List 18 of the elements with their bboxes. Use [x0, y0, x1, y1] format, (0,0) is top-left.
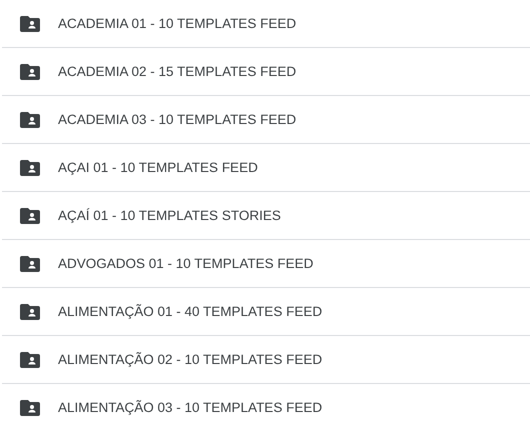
shared-folder-icon	[20, 400, 40, 416]
folder-name[interactable]: AÇAI 01 - 10 TEMPLATES FEED	[58, 160, 258, 175]
shared-folder-icon	[20, 160, 40, 176]
shared-folder-icon	[20, 256, 40, 272]
folder-name[interactable]: ACADEMIA 03 - 10 TEMPLATES FEED	[58, 112, 296, 127]
folder-name[interactable]: ALIMENTAÇÃO 02 - 10 TEMPLATES FEED	[58, 352, 322, 367]
folder-name[interactable]: ALIMENTAÇÃO 01 - 40 TEMPLATES FEED	[58, 304, 322, 319]
shared-folder-icon	[20, 304, 40, 320]
folder-name[interactable]: AÇAÍ 01 - 10 TEMPLATES STORIES	[58, 208, 281, 223]
shared-folder-icon	[20, 112, 40, 128]
folder-name[interactable]: ACADEMIA 02 - 15 TEMPLATES FEED	[58, 64, 296, 79]
shared-folder-icon	[20, 208, 40, 224]
shared-folder-icon	[20, 16, 40, 32]
folder-name[interactable]: ALIMENTAÇÃO 03 - 10 TEMPLATES FEED	[58, 400, 322, 415]
folder-name[interactable]: ADVOGADOS 01 - 10 TEMPLATES FEED	[58, 256, 314, 271]
folder-name[interactable]: ACADEMIA 01 - 10 TEMPLATES FEED	[58, 16, 296, 31]
shared-folder-icon	[20, 352, 40, 368]
shared-folder-icon	[20, 64, 40, 80]
